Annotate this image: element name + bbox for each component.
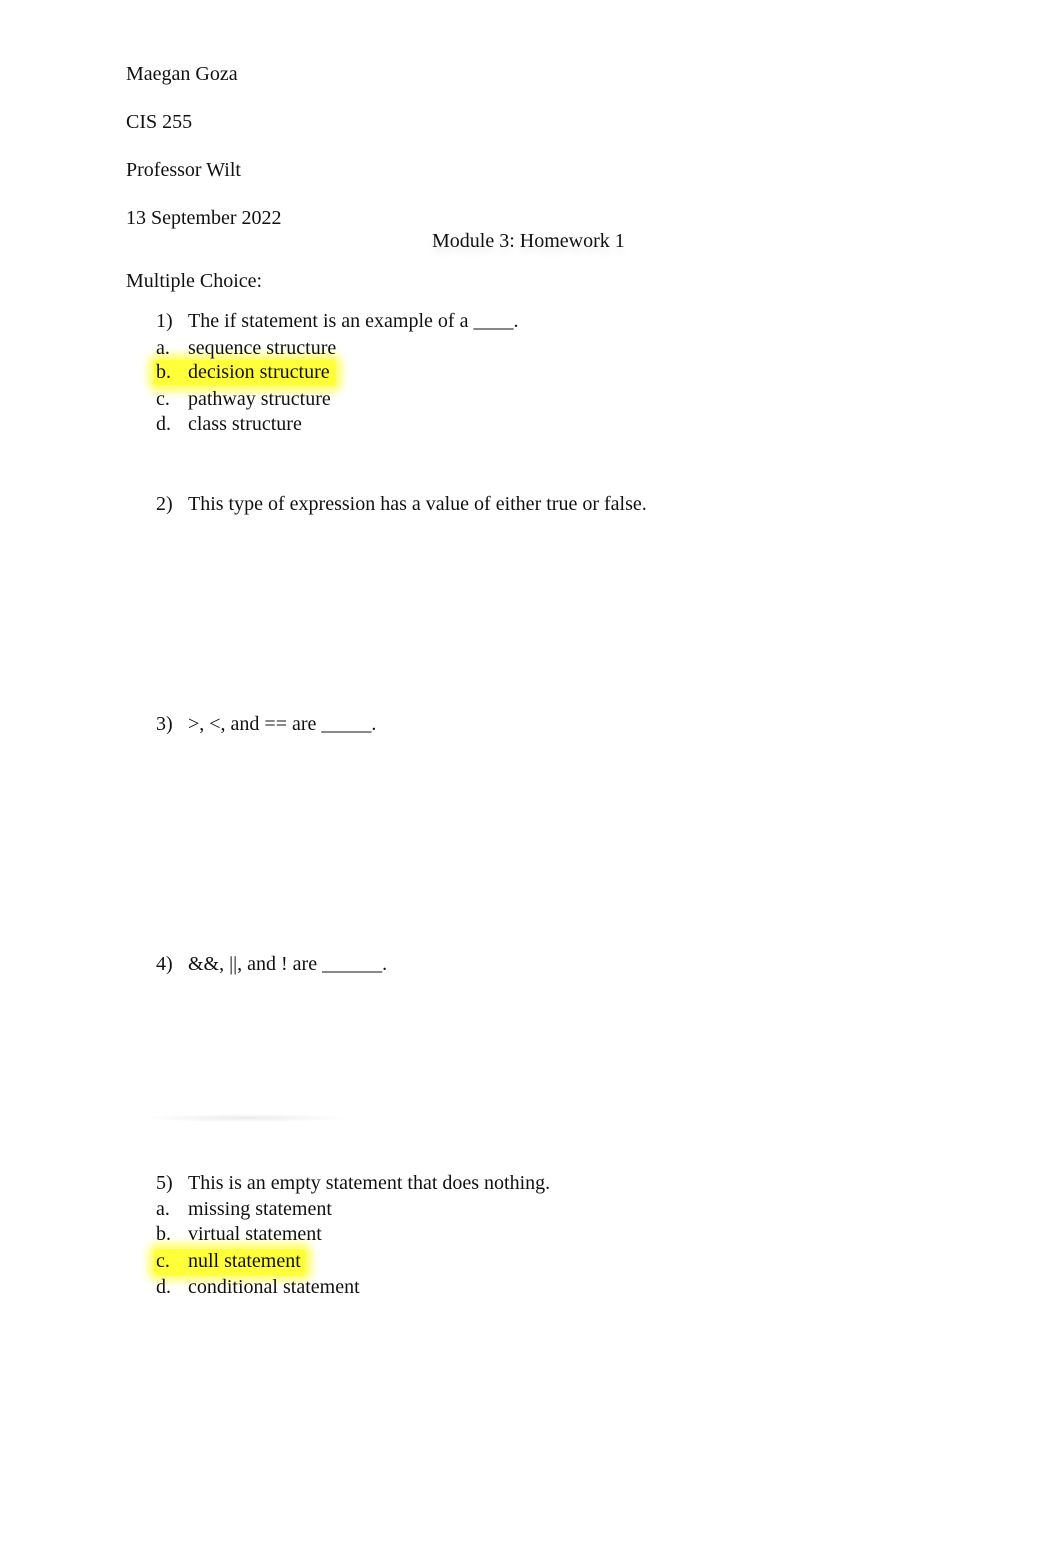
question-text: >, <, and == are _____. (188, 713, 377, 735)
assignment-date: 13 September 2022 (126, 207, 282, 229)
option-text: virtual statement (188, 1223, 322, 1245)
question-number: 5) (156, 1172, 173, 1194)
student-name: Maegan Goza (126, 63, 238, 85)
option-text-highlighted: decision structure (188, 361, 330, 383)
option-letter: b. (156, 361, 171, 383)
question-number: 1) (156, 310, 173, 332)
question-number: 3) (156, 713, 173, 735)
question-text: The if statement is an example of a ____… (188, 310, 519, 332)
question-text: This is an empty statement that does not… (188, 1172, 551, 1194)
option-text: missing statement (188, 1198, 332, 1220)
option-text: pathway structure (188, 388, 331, 410)
question-text: This type of expression has a value of e… (188, 493, 647, 515)
option-letter: a. (156, 1198, 170, 1220)
course-name: CIS 255 (126, 111, 193, 133)
scan-shadow-artifact (140, 1114, 350, 1122)
option-letter: c. (156, 1250, 170, 1272)
option-letter: d. (156, 1276, 171, 1298)
question-text: &&, ||, and ! are ______. (188, 953, 388, 975)
question-number: 4) (156, 953, 173, 975)
option-text: conditional statement (188, 1276, 360, 1298)
option-text: class structure (188, 413, 302, 435)
option-letter: c. (156, 388, 170, 410)
option-letter: a. (156, 337, 170, 359)
option-letter: b. (156, 1223, 171, 1245)
option-text: sequence structure (188, 337, 337, 359)
document-title: Module 3: Homework 1 (432, 230, 625, 252)
professor-name: Professor Wilt (126, 159, 241, 181)
option-text-highlighted: null statement (188, 1250, 301, 1272)
option-letter: d. (156, 413, 171, 435)
section-label: Multiple Choice: (126, 270, 263, 292)
question-number: 2) (156, 493, 173, 515)
